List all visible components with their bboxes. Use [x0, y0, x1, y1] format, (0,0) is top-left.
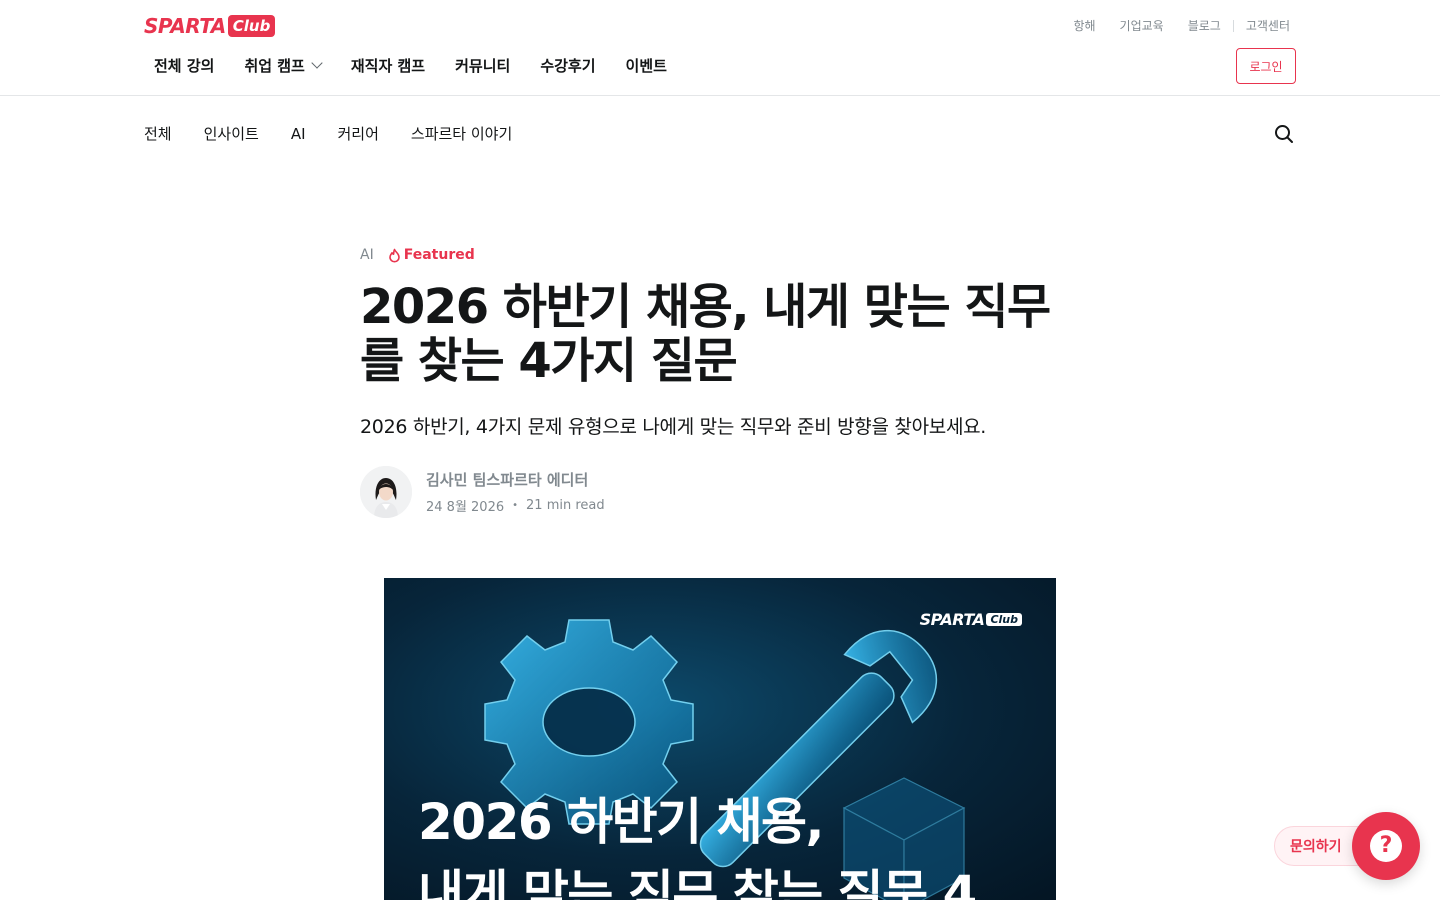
search-button[interactable] [1272, 122, 1296, 146]
category-tab-sparta-story[interactable]: 스파르타 이야기 [411, 122, 512, 146]
hero-logo: SPARTA Club [920, 610, 1022, 629]
nav-community[interactable]: 커뮤니티 [455, 54, 510, 76]
main-nav: 전체 강의 취업 캠프 재직자 캠프 커뮤니티 수강후기 이벤트 [154, 54, 697, 76]
author-photo [360, 466, 412, 518]
read-time: 21 min read [526, 498, 605, 513]
nav-reviews[interactable]: 수강후기 [540, 54, 595, 76]
nav-all-courses[interactable]: 전체 강의 [154, 54, 214, 76]
util-link-corporate[interactable]: 기업교육 [1120, 17, 1164, 34]
nav-worker-camp[interactable]: 재직자 캠프 [351, 54, 425, 76]
author-block: 김사민 팀스파르타 에디터 24 8월 2026 • 21 min read [360, 466, 605, 518]
nav-label: 수강후기 [540, 56, 596, 75]
category-tag[interactable]: AI [360, 247, 374, 263]
util-link-blog[interactable]: 블로그 [1188, 17, 1221, 34]
util-divider [1232, 19, 1234, 32]
flame-icon [388, 248, 400, 262]
article-title-line1: 2026 하반기 채용, 내게 맞는 직무 [360, 279, 1051, 335]
article-title: 2026 하반기 채용, 내게 맞는 직무 를 찾는 4가지 질문 [360, 280, 1080, 388]
author-name[interactable]: 김사민 팀스파르타 에디터 [426, 469, 605, 490]
author-info: 김사민 팀스파르타 에디터 24 8월 2026 • 21 min read [426, 469, 605, 515]
hero-headline-line2: 내게 맞는 직무 찾는 질문 4 [418, 865, 977, 900]
nav-events[interactable]: 이벤트 [626, 54, 667, 76]
chevron-down-icon [311, 57, 323, 69]
article-title-line2: 를 찾는 4가지 질문 [360, 333, 738, 389]
login-button[interactable]: 로그인 [1236, 48, 1296, 84]
blog-category-nav: 전체 인사이트 AI 커리어 스파르타 이야기 [144, 122, 544, 146]
category-tab-all[interactable]: 전체 [144, 122, 172, 146]
nav-label: 커뮤니티 [455, 56, 511, 75]
nav-label: 전체 강의 [154, 56, 215, 75]
hero-image: SPARTA Club 2026 하반기 채용, 내게 맞는 직무 찾는 질문 … [384, 578, 1056, 900]
hero-logo-wordmark: SPARTA [919, 610, 985, 629]
global-header: SPARTA Club 항해 기업교육 블로그 고객센터 전체 강의 취업 캠프… [0, 0, 1440, 96]
article-tags: AI Featured [360, 247, 475, 263]
featured-badge: Featured [388, 247, 475, 263]
utility-links: 항해 기업교육 블로그 고객센터 [1049, 17, 1290, 34]
category-tab-career[interactable]: 커리어 [338, 122, 379, 146]
nav-label: 취업 캠프 [244, 56, 305, 75]
logo-wordmark: SPARTA [144, 14, 226, 38]
nav-job-camp[interactable]: 취업 캠프 [244, 54, 323, 76]
meta-separator: • [512, 500, 519, 511]
nav-label: 재직자 캠프 [350, 56, 426, 75]
article-subtitle: 2026 하반기, 4가지 문제 유형으로 나에게 맞는 직무와 준비 방향을 … [360, 416, 987, 438]
hero-headline-line1: 2026 하반기 채용, [418, 793, 824, 851]
search-icon [1275, 125, 1293, 143]
featured-label: Featured [403, 247, 475, 263]
help-chat-button[interactable]: ? [1352, 812, 1420, 880]
publish-date: 24 8월 2026 [426, 500, 505, 515]
util-link-hanghae[interactable]: 항해 [1073, 17, 1095, 34]
avatar[interactable] [360, 466, 412, 518]
sparta-club-logo[interactable]: SPARTA Club [144, 14, 276, 38]
logo-badge: Club [227, 15, 276, 37]
question-mark-icon: ? [1370, 830, 1402, 862]
nav-label: 이벤트 [625, 56, 667, 75]
post-meta: 24 8월 2026 • 21 min read [426, 496, 605, 515]
category-tab-insight[interactable]: 인사이트 [204, 122, 259, 146]
hero-logo-badge: Club [986, 613, 1022, 626]
category-tab-ai[interactable]: AI [291, 122, 306, 146]
util-link-support[interactable]: 고객센터 [1246, 17, 1290, 34]
